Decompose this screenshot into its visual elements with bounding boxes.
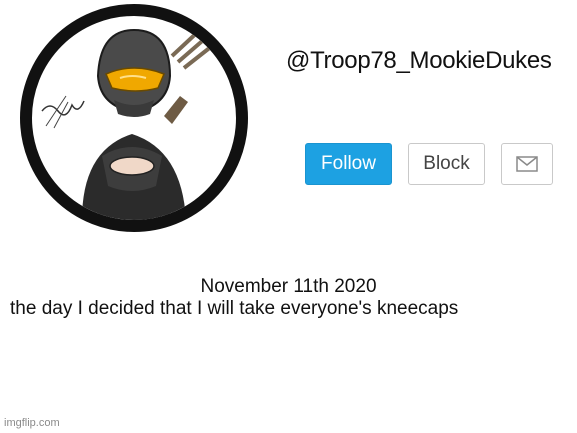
post-line-body: the day I decided that I will take every…: [10, 298, 459, 319]
post-text: November 11th 2020 the day I decided tha…: [0, 276, 577, 320]
block-button[interactable]: Block: [408, 143, 485, 185]
envelope-icon: [516, 156, 538, 172]
watermark: imgflip.com: [4, 417, 60, 429]
armored-soldier-avatar-icon: [41, 26, 214, 220]
follow-button[interactable]: Follow: [305, 143, 392, 185]
profile-handle: @Troop78_MookieDukes: [286, 47, 552, 74]
message-button[interactable]: [501, 143, 553, 185]
post-line-date: November 11th 2020: [200, 276, 377, 297]
avatar: [20, 4, 248, 232]
